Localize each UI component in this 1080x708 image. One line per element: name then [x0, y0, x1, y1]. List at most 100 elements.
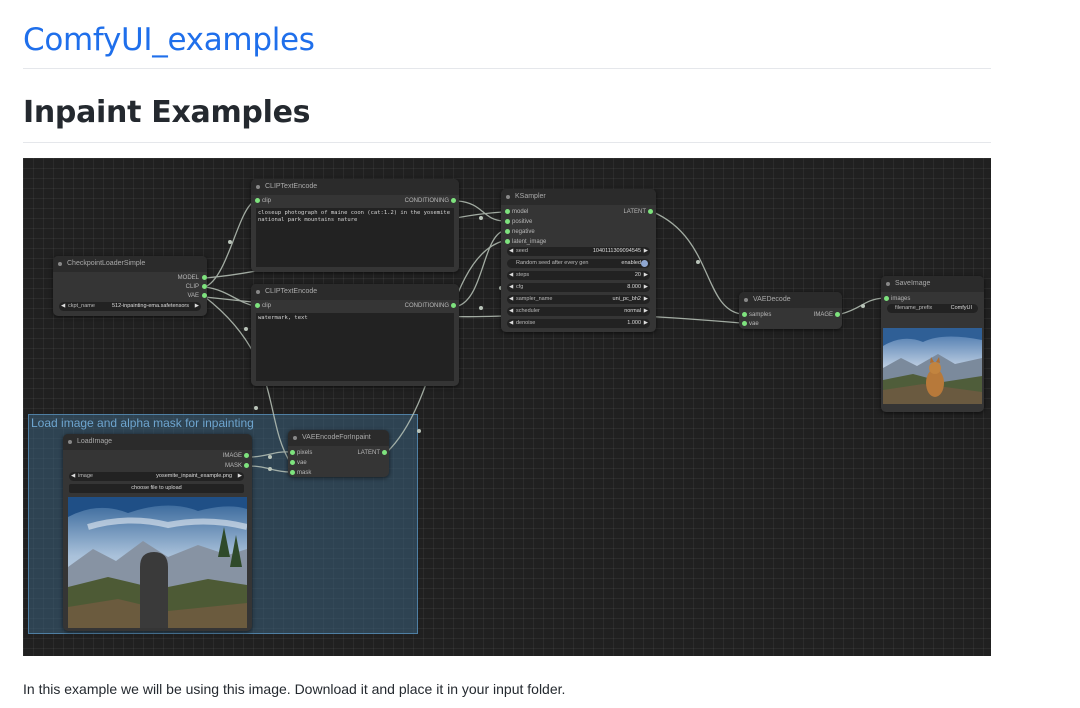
widget-label: Random seed after every gen	[516, 260, 589, 266]
arrow-right-icon[interactable]: ▶	[644, 307, 648, 316]
arrow-right-icon[interactable]: ▶	[644, 271, 648, 280]
random-seed-toggle[interactable]: Random seed after every gen enabled	[507, 259, 650, 268]
input-samples-slot[interactable]	[742, 312, 747, 317]
site-title-link[interactable]: ComfyUI_examples	[23, 22, 315, 58]
output-image-label: IMAGE	[813, 312, 833, 318]
node-title: VAEDecode	[739, 292, 842, 308]
input-pixels-slot[interactable]	[290, 450, 295, 455]
prompt-textarea[interactable]: watermark, text	[256, 313, 454, 381]
output-clip-slot[interactable]	[202, 284, 207, 289]
widget-value: ComfyUI	[950, 305, 972, 311]
input-pixels-label: pixels	[297, 450, 313, 456]
scheduler-widget[interactable]: ◀ scheduler normal ▶	[507, 307, 650, 316]
input-vae-slot[interactable]	[290, 460, 295, 465]
output-conditioning-slot[interactable]	[451, 198, 456, 203]
output-vae-label: VAE	[187, 293, 199, 299]
arrow-left-icon[interactable]: ◀	[509, 283, 513, 292]
arrow-right-icon[interactable]: ▶	[644, 247, 648, 256]
output-conditioning-slot[interactable]	[451, 303, 456, 308]
output-clip-label: CLIP	[185, 284, 199, 290]
ckpt-name-widget[interactable]: ◀ ckpt_name 512-inpainting-ema.safetenso…	[59, 302, 201, 311]
input-samples-label: samples	[749, 312, 772, 318]
output-conditioning-label: CONDITIONING	[404, 198, 449, 204]
arrow-right-icon[interactable]: ▶	[238, 472, 242, 481]
output-latent-slot[interactable]	[648, 209, 653, 214]
widget-label: denoise	[516, 320, 536, 326]
output-image-slot[interactable]	[244, 453, 249, 458]
widget-label: scheduler	[516, 308, 540, 314]
arrow-left-icon[interactable]: ◀	[509, 307, 513, 316]
widget-label: filename_prefix	[895, 305, 933, 311]
widget-value: enabled	[621, 260, 641, 266]
upload-button[interactable]: choose file to upload	[69, 484, 244, 493]
arrow-right-icon[interactable]: ▶	[195, 302, 199, 311]
output-mask-slot[interactable]	[244, 463, 249, 468]
vae-decode-node[interactable]: VAEDecode samples vae IMAGE	[739, 292, 842, 329]
load-image-node[interactable]: LoadImage IMAGE MASK ◀ image yosemite_inpa…	[63, 434, 252, 631]
seed-widget[interactable]: ◀ seed 1040111309094545 ▶	[507, 247, 650, 256]
input-images-slot[interactable]	[884, 296, 889, 301]
input-positive-slot[interactable]	[505, 219, 510, 224]
arrow-left-icon[interactable]: ◀	[509, 295, 513, 304]
steps-widget[interactable]: ◀ steps 20 ▶	[507, 271, 650, 280]
input-negative-label: negative	[512, 229, 535, 235]
input-vae-label: vae	[749, 321, 759, 327]
prompt-textarea[interactable]: closeup photograph of maine coon (cat:1.…	[256, 208, 454, 267]
widget-value: 8.000	[627, 284, 641, 290]
arrow-left-icon[interactable]: ◀	[509, 319, 513, 328]
output-image-preview	[883, 328, 982, 404]
arrow-right-icon[interactable]: ▶	[644, 283, 648, 292]
checkpoint-loader-node[interactable]: CheckpointLoaderSimple MODEL CLIP VAE ◀ …	[53, 256, 207, 316]
toggle-knob[interactable]	[641, 260, 648, 267]
page-title: Inpaint Examples	[23, 95, 311, 130]
arrow-left-icon[interactable]: ◀	[71, 472, 75, 481]
save-image-node[interactable]: SaveImage images filename_prefix ComfyUI	[881, 276, 984, 412]
header-divider	[23, 68, 991, 69]
input-clip-label: clip	[262, 198, 272, 204]
output-image-slot[interactable]	[835, 312, 840, 317]
cfg-widget[interactable]: ◀ cfg 8.000 ▶	[507, 283, 650, 292]
input-vae-slot[interactable]	[742, 321, 747, 326]
arrow-right-icon[interactable]: ▶	[644, 319, 648, 328]
sampler-name-widget[interactable]: ◀ sampler_name uni_pc_bh2 ▶	[507, 295, 650, 304]
widget-value: 1040111309094545	[592, 248, 641, 254]
input-mask-label: mask	[297, 470, 312, 476]
input-mask-slot[interactable]	[290, 470, 295, 475]
arrow-left-icon[interactable]: ◀	[61, 302, 65, 311]
ksampler-node[interactable]: KSampler model positive negative latent_…	[501, 189, 656, 332]
output-model-label: MODEL	[177, 275, 199, 281]
input-model-label: model	[512, 209, 529, 215]
widget-value: normal	[624, 308, 641, 314]
node-title: VAEEncodeForInpaint	[288, 430, 389, 446]
output-latent-slot[interactable]	[382, 450, 387, 455]
clip-text-encode-negative-node[interactable]: CLIPTextEncode clip CONDITIONING waterma…	[251, 284, 459, 386]
arrow-left-icon[interactable]: ◀	[509, 247, 513, 256]
title-divider	[23, 142, 991, 143]
filename-prefix-widget[interactable]: filename_prefix ComfyUI	[887, 304, 978, 313]
workflow-screenshot: Load image and alpha mask for inpainting…	[23, 158, 991, 656]
node-title: LoadImage	[63, 434, 252, 450]
input-latent-slot[interactable]	[505, 239, 510, 244]
output-mask-label: MASK	[224, 463, 242, 469]
clip-text-encode-positive-node[interactable]: CLIPTextEncode clip CONDITIONING closeup…	[251, 179, 459, 272]
image-select-widget[interactable]: ◀ image yosemite_inpaint_example.png ▶	[69, 472, 244, 481]
input-clip-slot[interactable]	[255, 198, 260, 203]
denoise-widget[interactable]: ◀ denoise 1.000 ▶	[507, 319, 650, 328]
input-clip-slot[interactable]	[255, 303, 260, 308]
widget-value: yosemite_inpaint_example.png	[156, 473, 232, 479]
vae-encode-inpaint-node[interactable]: VAEEncodeForInpaint pixels vae mask LATE…	[288, 430, 389, 477]
group-title: Load image and alpha mask for inpainting	[31, 416, 254, 430]
input-model-slot[interactable]	[505, 209, 510, 214]
output-model-slot[interactable]	[202, 275, 207, 280]
arrow-left-icon[interactable]: ◀	[509, 271, 513, 280]
widget-label: seed	[516, 248, 528, 254]
input-vae-label: vae	[297, 460, 307, 466]
node-title: CLIPTextEncode	[251, 284, 459, 300]
input-negative-slot[interactable]	[505, 229, 510, 234]
widget-value: 20	[634, 272, 641, 278]
input-images-label: images	[891, 296, 911, 302]
arrow-right-icon[interactable]: ▶	[644, 295, 648, 304]
input-latent-label: latent_image	[512, 239, 547, 245]
output-vae-slot[interactable]	[202, 293, 207, 298]
widget-label: sampler_name	[516, 296, 553, 302]
